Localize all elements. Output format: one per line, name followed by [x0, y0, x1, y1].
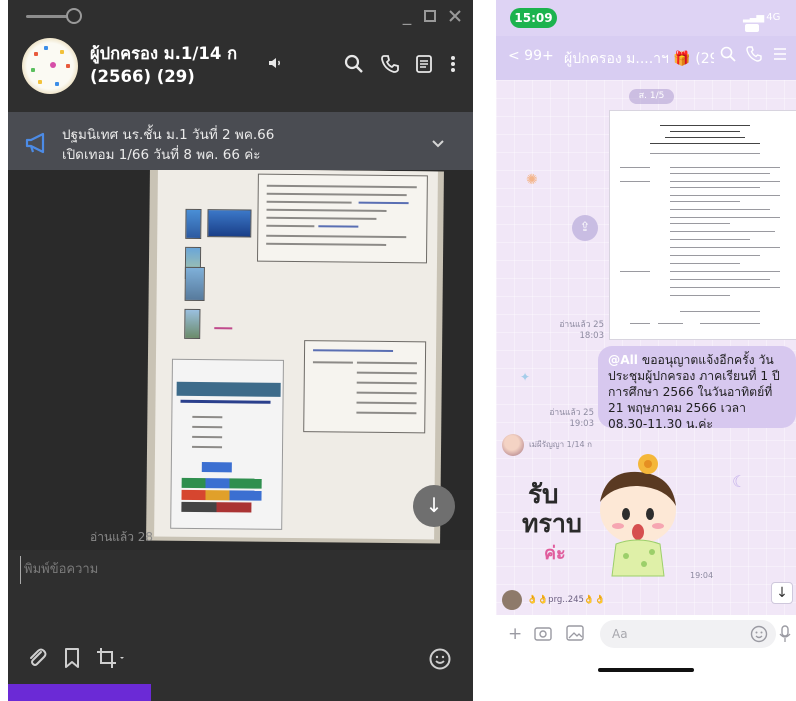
paperclip-icon[interactable]	[26, 647, 48, 671]
doc-read-receipt: อ่านแล้ว 25	[559, 320, 604, 330]
search-icon[interactable]	[720, 46, 736, 66]
pin-circle-icon[interactable]	[66, 8, 82, 24]
chat-message-area[interactable]: ↓ อ่านแล้ว 28	[8, 170, 473, 550]
status-bar: 15:09 ▂▃▅ 4G	[496, 0, 796, 36]
minimize-icon[interactable]: _	[397, 6, 417, 26]
group-title-line1: ผู้ปกครอง ม.1/14 ก	[90, 44, 238, 63]
sender-avatar[interactable]	[502, 434, 524, 456]
group-title-line2: (2566) (29)	[90, 67, 195, 86]
chat-header: ผู้ปกครอง ม.1/14 ก (2566) (29)	[8, 34, 473, 108]
emoji-icon[interactable]	[750, 625, 768, 648]
microphone-icon[interactable]	[779, 625, 791, 648]
photo-phone-screenshot	[170, 358, 284, 530]
emoji-icon[interactable]	[428, 647, 452, 671]
camera-icon[interactable]	[534, 625, 552, 646]
message-time: 19:03	[569, 419, 595, 429]
message-meta: อ่านแล้ว 25 19:03	[546, 408, 594, 430]
document-image-message[interactable]	[609, 110, 796, 340]
mention-all[interactable]: @All	[608, 353, 638, 367]
sender-avatar[interactable]	[502, 590, 522, 610]
menu-icon[interactable]	[772, 46, 788, 66]
sparkle-decoration: ✦	[520, 370, 531, 384]
bookmark-icon[interactable]	[63, 647, 81, 671]
arrow-down-icon[interactable]: ↓	[771, 582, 793, 604]
group-avatar[interactable]	[22, 38, 78, 94]
home-indicator-area	[496, 655, 796, 701]
image-icon[interactable]	[566, 625, 584, 646]
photo-paper-document	[154, 170, 438, 540]
shared-photo-message[interactable]	[146, 170, 444, 544]
pin-icon[interactable]	[26, 15, 68, 18]
message-read-receipt: อ่านแล้ว 25	[549, 408, 594, 418]
volume-icon[interactable]	[266, 54, 288, 76]
mobile-line-screen: 15:09 ▂▃▅ 4G < 99+ ผู้ปกครอง ม....าฯ 🎁 (…	[496, 0, 796, 701]
last-message-preview: 👌👌prg..245👌👌	[527, 595, 606, 605]
megaphone-icon	[25, 132, 49, 154]
photo-text-box	[256, 173, 428, 264]
group-title[interactable]: ผู้ปกครอง ม.1/14 ก (2566) (29)	[90, 42, 260, 88]
screenshot-root: _ ผู้ปกครอง ม.1/14 ก (2566) (29) ปฐมนิเท…	[0, 0, 796, 701]
share-icon[interactable]: ⇪	[572, 215, 598, 241]
network-indicator: ▂▃▅ 4G	[743, 12, 796, 34]
phone-icon[interactable]	[746, 46, 762, 66]
home-indicator[interactable]	[598, 668, 694, 672]
notes-icon[interactable]	[415, 54, 437, 76]
date-chip: ส. 1/5	[629, 89, 674, 104]
mobile-chat-header: < 99+ ผู้ปกครอง ม....าฯ 🎁 (29)	[496, 36, 796, 80]
taskbar-accent-tab[interactable]	[8, 684, 151, 701]
announcement-line1: ปฐมนิเทศ นร.ชั้น ม.1 วันที่ 2 พค.66	[62, 127, 275, 143]
moon-decoration: ☾	[732, 472, 747, 491]
maximize-icon[interactable]	[420, 6, 440, 26]
mobile-chat-title[interactable]: ผู้ปกครอง ม....าฯ 🎁 (29)	[564, 48, 714, 70]
network-type: 4G	[766, 12, 781, 23]
photo-thumbnail	[207, 209, 252, 238]
mobile-input-bar: + Aa	[496, 615, 796, 655]
photo-thumbnail	[185, 208, 202, 240]
sticker-time: 19:04	[690, 571, 714, 580]
doc-meta: อ่านแล้ว 25 18:03	[558, 320, 604, 342]
plus-icon[interactable]: +	[508, 624, 522, 644]
window-titlebar: _	[8, 0, 473, 34]
photo-thumbnail	[184, 266, 205, 302]
back-button[interactable]: < 99+	[508, 48, 554, 64]
announcement-message-bubble[interactable]: @All ขออนุญาตแจ้งอีกครั้ง วันประชุมผู้ปก…	[598, 346, 796, 431]
arrow-down-icon[interactable]: ↓	[413, 485, 455, 527]
read-receipt: อ่านแล้ว 28	[90, 530, 154, 544]
search-icon[interactable]	[344, 54, 366, 76]
message-input[interactable]: พิมพ์ข้อความ	[20, 556, 460, 584]
desktop-line-window: _ ผู้ปกครอง ม.1/14 ก (2566) (29) ปฐมนิเท…	[8, 0, 473, 701]
chevron-down-icon[interactable]	[431, 134, 445, 148]
announcement-line2: เปิดเทอม 1/66 วันที่ 8 พค. 66 ค่ะ	[62, 147, 261, 163]
phone-icon[interactable]	[380, 54, 402, 76]
doc-time: 18:03	[579, 331, 605, 341]
mobile-chat-area[interactable]: ✺ ✦ ✦ ☾ ส. 1/5 ⇪	[496, 80, 796, 615]
announcement-banner[interactable]: ปฐมนิเทศ นร.ชั้น ม.1 วันที่ 2 พค.66 เปิด…	[8, 112, 473, 170]
close-icon[interactable]	[445, 6, 465, 26]
photo-list-box	[303, 340, 427, 434]
sparkle-decoration: ✺	[526, 172, 538, 188]
status-time: 15:09	[510, 8, 557, 28]
sticker-message[interactable]: รับ ทราบ ค่ะ	[522, 452, 686, 580]
sender-name: เม่ผีรัญญา 1/14 ก	[529, 440, 593, 449]
battery-icon	[745, 24, 759, 32]
sticker-text-3: ค่ะ	[544, 543, 566, 564]
message-composer: พิมพ์ข้อความ	[8, 550, 473, 701]
photo-thumbnail	[184, 308, 201, 340]
crop-icon[interactable]	[96, 647, 126, 671]
more-icon[interactable]	[449, 54, 471, 76]
